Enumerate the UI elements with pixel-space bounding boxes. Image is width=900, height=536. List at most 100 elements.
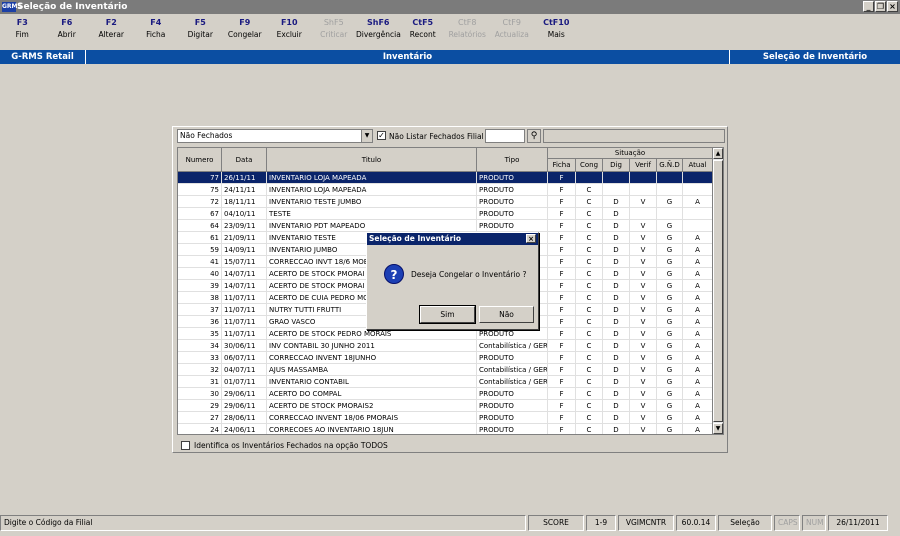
table-row[interactable]: 75 24/11/11 INVENTARIO LOJA MAPEADA PRODUTO… — [178, 184, 721, 196]
cell-tipo: PRODUTO — [477, 196, 548, 208]
dialog-title: Seleção de Inventário — [369, 234, 461, 243]
close-icon[interactable]: × — [887, 1, 898, 12]
toolbar-button-f3[interactable]: F3 Fim — [0, 17, 45, 47]
toolbar-button-f6[interactable]: F6 Abrir — [45, 17, 90, 47]
cell-situacao: V — [630, 268, 657, 280]
cell-situacao: D — [603, 280, 630, 292]
cell-situacao: G — [657, 388, 683, 400]
cell-situacao: C — [576, 316, 603, 328]
toolbar-key: F5 — [194, 18, 206, 27]
toolbar-label: Relatórios — [448, 30, 486, 39]
toolbar-key: CtF8 — [458, 18, 477, 27]
toolbar-button-f9[interactable]: F9 Congelar — [223, 17, 268, 47]
cell-data: 24/06/11 — [222, 424, 267, 434]
cell-situacao: D — [603, 220, 630, 232]
cell-situacao: F — [548, 232, 576, 244]
toolbar-button-f5[interactable]: F5 Digitar — [178, 17, 223, 47]
toolbar-button-shf6[interactable]: ShF6 Divergência — [356, 17, 401, 47]
cell-situacao: C — [576, 196, 603, 208]
col-header-tipo[interactable]: Tipo — [477, 148, 548, 172]
status-filter-select[interactable]: Não Fechados ▼ — [177, 129, 373, 143]
toolbar-button-ctf10[interactable]: CtF10 Mais — [534, 17, 579, 47]
header-module: Inventário — [86, 50, 730, 64]
cell-situacao: V — [630, 352, 657, 364]
table-row[interactable]: 27 28/06/11 CORRECCAO INVENT 18/06 PMORAIS… — [178, 412, 721, 424]
col-header-situacao-0[interactable]: Ficha — [548, 159, 576, 172]
table-row[interactable]: 34 30/06/11 INV CONTABIL 30 JUNHO 2011 Cont… — [178, 340, 721, 352]
cell-titulo: ACERTO DO COMPAL — [267, 388, 477, 400]
table-row[interactable]: 24 24/06/11 CORRECOES AO INVENTARIO 18JUN P… — [178, 424, 721, 434]
status-range: 1-9 — [586, 515, 616, 531]
cell-numero: 36 — [178, 316, 222, 328]
toolbar-key: CtF10 — [543, 18, 570, 27]
cell-numero: 40 — [178, 268, 222, 280]
col-header-situacao-4[interactable]: G.Ñ.D — [657, 159, 683, 172]
cell-situacao: G — [657, 400, 683, 412]
col-header-numero[interactable]: Numero — [178, 148, 222, 172]
cell-situacao: A — [683, 424, 713, 434]
toolbar-key: F6 — [61, 18, 73, 27]
scroll-up-icon[interactable]: ▲ — [713, 148, 723, 159]
table-row[interactable]: 30 29/06/11 ACERTO DO COMPAL PRODUTO F C D V G A — [178, 388, 721, 400]
cell-data: 04/07/11 — [222, 364, 267, 376]
col-header-data[interactable]: Data — [222, 148, 267, 172]
binoculars-icon[interactable]: ⚲ — [527, 129, 541, 143]
cell-situacao: C — [576, 352, 603, 364]
scroll-down-icon[interactable]: ▼ — [713, 423, 723, 434]
table-row[interactable]: 33 06/07/11 CORRECCAO INVENT 18JUNHO PRODUT… — [178, 352, 721, 364]
dialog-close-icon[interactable]: × — [526, 234, 536, 243]
cell-situacao: F — [548, 388, 576, 400]
cell-data: 24/11/11 — [222, 184, 267, 196]
toolbar-button-f4[interactable]: F4 Ficha — [134, 17, 179, 47]
cell-tipo: Contabilística / GER. — [477, 376, 548, 388]
status-user: VGIMCNTR — [618, 515, 674, 531]
table-row[interactable]: 31 01/07/11 INVENTARIO CONTABIL Contabilíst… — [178, 376, 721, 388]
minimize-icon[interactable]: _ — [863, 1, 874, 12]
table-row[interactable]: 32 04/07/11 AJUS MASSAMBA Contabilística / … — [178, 364, 721, 376]
cell-data: 11/07/11 — [222, 328, 267, 340]
toolbar-button-ctf9: CtF9 Actualiza — [490, 17, 535, 47]
chevron-down-icon[interactable]: ▼ — [361, 130, 372, 142]
cell-situacao: F — [548, 244, 576, 256]
cell-numero: 64 — [178, 220, 222, 232]
yes-button[interactable]: Sim — [419, 305, 476, 324]
cell-situacao: D — [603, 376, 630, 388]
cell-situacao: D — [603, 304, 630, 316]
identifica-fechados-checkbox[interactable] — [181, 441, 190, 450]
table-row[interactable]: 67 04/10/11 TESTE PRODUTO F C D — [178, 208, 721, 220]
table-vertical-scrollbar[interactable]: ▲ ▼ — [712, 147, 724, 435]
cell-tipo: PRODUTO — [477, 388, 548, 400]
cell-titulo: AJUS MASSAMBA — [267, 364, 477, 376]
no-listar-fechados-checkbox[interactable]: ✓ — [377, 131, 386, 140]
filial-input[interactable] — [485, 129, 525, 143]
toolbar-button-f10[interactable]: F10 Excluir — [267, 17, 312, 47]
col-header-situacao-3[interactable]: Verif — [630, 159, 657, 172]
col-header-titulo[interactable]: Titulo — [267, 148, 477, 172]
toolbar-button-shf5: ShF5 Criticar — [312, 17, 357, 47]
cell-situacao: G — [657, 196, 683, 208]
cell-data: 29/06/11 — [222, 400, 267, 412]
toolbar-button-f2[interactable]: F2 Alterar — [89, 17, 134, 47]
scroll-thumb[interactable] — [713, 160, 723, 422]
cell-numero: 38 — [178, 292, 222, 304]
cell-situacao: C — [576, 412, 603, 424]
cell-numero: 75 — [178, 184, 222, 196]
toolbar-key: F10 — [280, 18, 298, 27]
col-header-situacao-5[interactable]: Atual — [683, 159, 713, 172]
cell-situacao: F — [548, 400, 576, 412]
col-header-situacao-2[interactable]: Dig — [603, 159, 630, 172]
toolbar-key: F2 — [105, 18, 117, 27]
table-row[interactable]: 64 23/09/11 INVENTARIO PDT MAPEADO PRODUTO F… — [178, 220, 721, 232]
table-row[interactable]: 29 29/06/11 ACERTO DE STOCK PMORAIS2 PRODUT… — [178, 400, 721, 412]
cell-tipo: PRODUTO — [477, 172, 548, 184]
no-button[interactable]: Não — [479, 306, 534, 323]
cell-situacao: D — [603, 352, 630, 364]
col-header-situacao-1[interactable]: Cong — [576, 159, 603, 172]
table-row[interactable]: 77 26/11/11 INVENTARIO LOJA MAPEADA PRODUTO… — [178, 172, 721, 184]
toolbar-button-ctf5[interactable]: CtF5 Recont — [401, 17, 446, 47]
col-header-situacao: Situação — [548, 148, 713, 159]
restore-icon[interactable]: ❐ — [875, 1, 886, 12]
cell-situacao: F — [548, 316, 576, 328]
table-row[interactable]: 72 18/11/11 INVENTARIO TESTE JUMBO PRODUTO F… — [178, 196, 721, 208]
toolbar-label: Recont — [409, 30, 436, 39]
